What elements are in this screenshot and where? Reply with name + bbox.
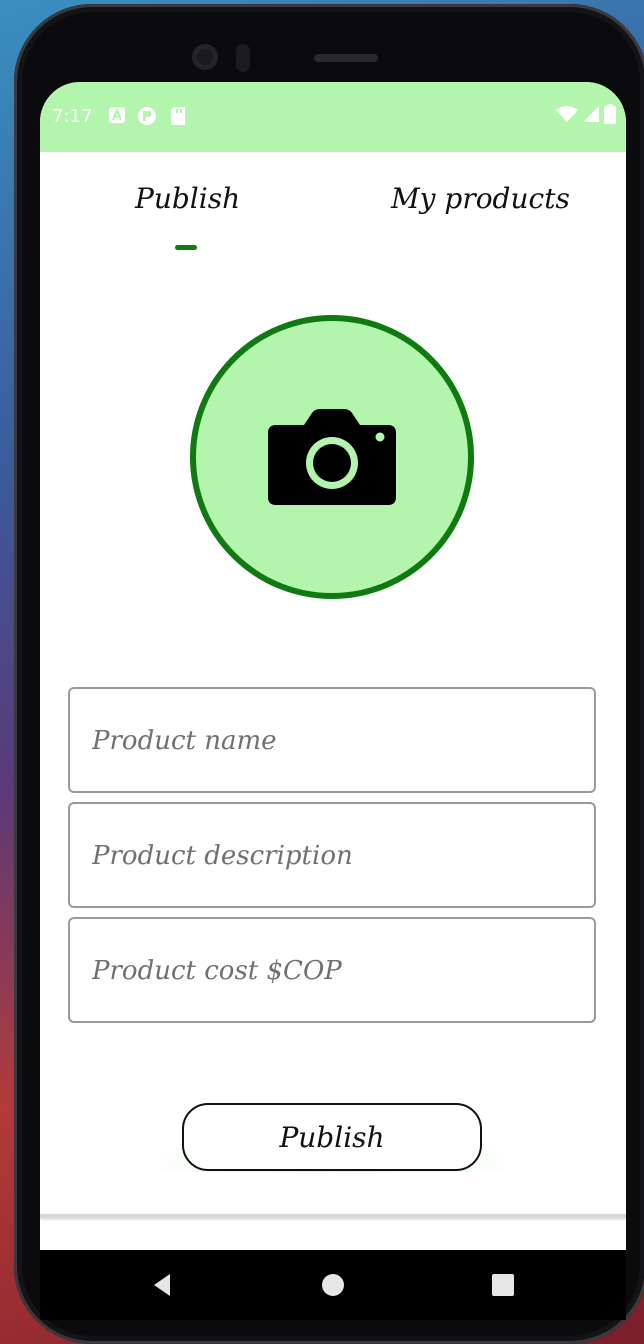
tab-my-products[interactable]: My products <box>391 182 570 215</box>
a-notification-icon <box>108 106 128 126</box>
product-description-field[interactable] <box>68 802 596 908</box>
cell-signal-icon <box>582 105 600 127</box>
battery-icon <box>604 104 616 128</box>
sensor-icon <box>236 44 250 72</box>
p-notification-icon <box>137 106 157 126</box>
home-icon[interactable] <box>318 1270 348 1300</box>
back-icon[interactable] <box>148 1270 178 1300</box>
tab-indicator <box>175 245 197 250</box>
system-nav-bar <box>40 1250 626 1320</box>
earpiece <box>314 54 378 62</box>
product-name-input[interactable] <box>90 689 574 793</box>
front-camera-icon <box>192 44 218 70</box>
publish-button[interactable]: Publish <box>182 1103 482 1171</box>
recents-icon[interactable] <box>488 1270 518 1300</box>
photo-picker-button[interactable] <box>190 315 474 599</box>
product-cost-input[interactable] <box>90 919 574 1023</box>
wifi-icon <box>556 105 578 127</box>
sd-card-icon <box>170 106 190 126</box>
app-screen: 7:17 Publish My products Product name Pr… <box>40 82 626 1320</box>
product-name-field[interactable] <box>68 687 596 793</box>
tab-bar: Publish My products <box>40 152 626 262</box>
product-cost-field[interactable] <box>68 917 596 1023</box>
camera-icon <box>268 409 396 505</box>
status-bar: 7:17 <box>40 82 626 152</box>
tab-publish[interactable]: Publish <box>135 182 240 215</box>
product-description-input[interactable] <box>90 804 574 908</box>
bottom-divider <box>40 1214 626 1218</box>
status-right-group <box>556 104 616 128</box>
status-time: 7:17 <box>52 106 93 127</box>
